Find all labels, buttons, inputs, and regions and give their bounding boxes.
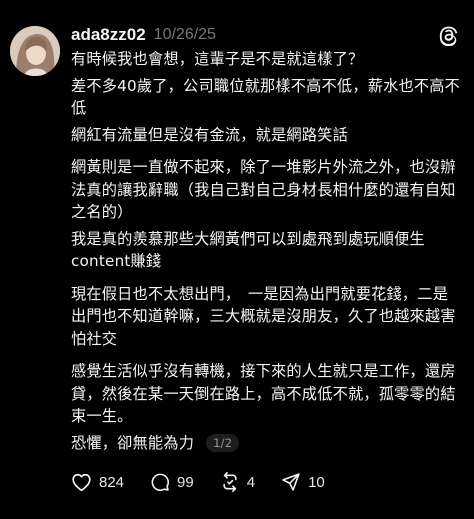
like-button[interactable]: 824: [71, 472, 124, 492]
post-last-line: 恐懼，卻無能為力 1/2: [71, 432, 463, 455]
username[interactable]: ada8zz02: [71, 25, 146, 45]
thread-post: ada8zz02 10/26/25 有時候我也會想，這輩子是不是就這樣了？ 差不…: [0, 0, 474, 519]
share-button[interactable]: 10: [281, 472, 325, 492]
post-paragraph: 有時候我也會想，這輩子是不是就這樣了？: [71, 50, 364, 68]
repost-icon: [223, 472, 237, 492]
post-paragraph: 網黃則是一直做不起來，除了一堆影片外流之外，也沒辦法真的讓我辭職（我自己對自己身…: [71, 158, 456, 221]
threads-logo-icon[interactable]: [438, 24, 460, 46]
timestamp: 10/26/25: [153, 26, 216, 43]
repost-count: 4: [246, 473, 256, 491]
post-paragraph: 感覺生活似乎沒有轉機，接下來的人生就只是工作，還房貸，然後在某一天倒在路上，高不…: [71, 362, 456, 425]
avatar[interactable]: [10, 26, 60, 76]
post-paragraph: 現在假日也不太想出門， 一是因為出門就要花錢，二是出門也不知道幹嘛，三大概就是沒…: [71, 284, 456, 348]
share-send-icon: [282, 473, 300, 491]
repost-button[interactable]: 4: [220, 472, 255, 492]
post-header: ada8zz02 10/26/25: [71, 24, 216, 46]
share-count: 10: [308, 473, 325, 491]
post-paragraph: 網紅有流量但是沒有金流，就是網路笑話: [71, 125, 348, 144]
comment-button[interactable]: 99: [150, 472, 194, 492]
comment-bubble-icon: [151, 473, 170, 491]
post-paragraph: 差不多40歲了，公司職位就那樣不高不低，薪水也不高不低: [71, 76, 461, 118]
post-paragraph: 恐懼，卻無能為力: [71, 433, 195, 452]
post-body: 有時候我也會想，這輩子是不是就這樣了？ 差不多40歲了，公司職位就那樣不高不低，…: [71, 48, 463, 454]
comment-count: 99: [177, 473, 194, 491]
page-indicator-badge: 1/2: [206, 433, 240, 452]
like-count: 824: [99, 473, 125, 491]
post-paragraph: 我是真的羨慕那些大網黃們可以到處飛到處玩順便生content賺錢: [71, 229, 425, 271]
action-bar: 824 99 4 10: [71, 471, 351, 493]
heart-icon: [72, 473, 91, 492]
